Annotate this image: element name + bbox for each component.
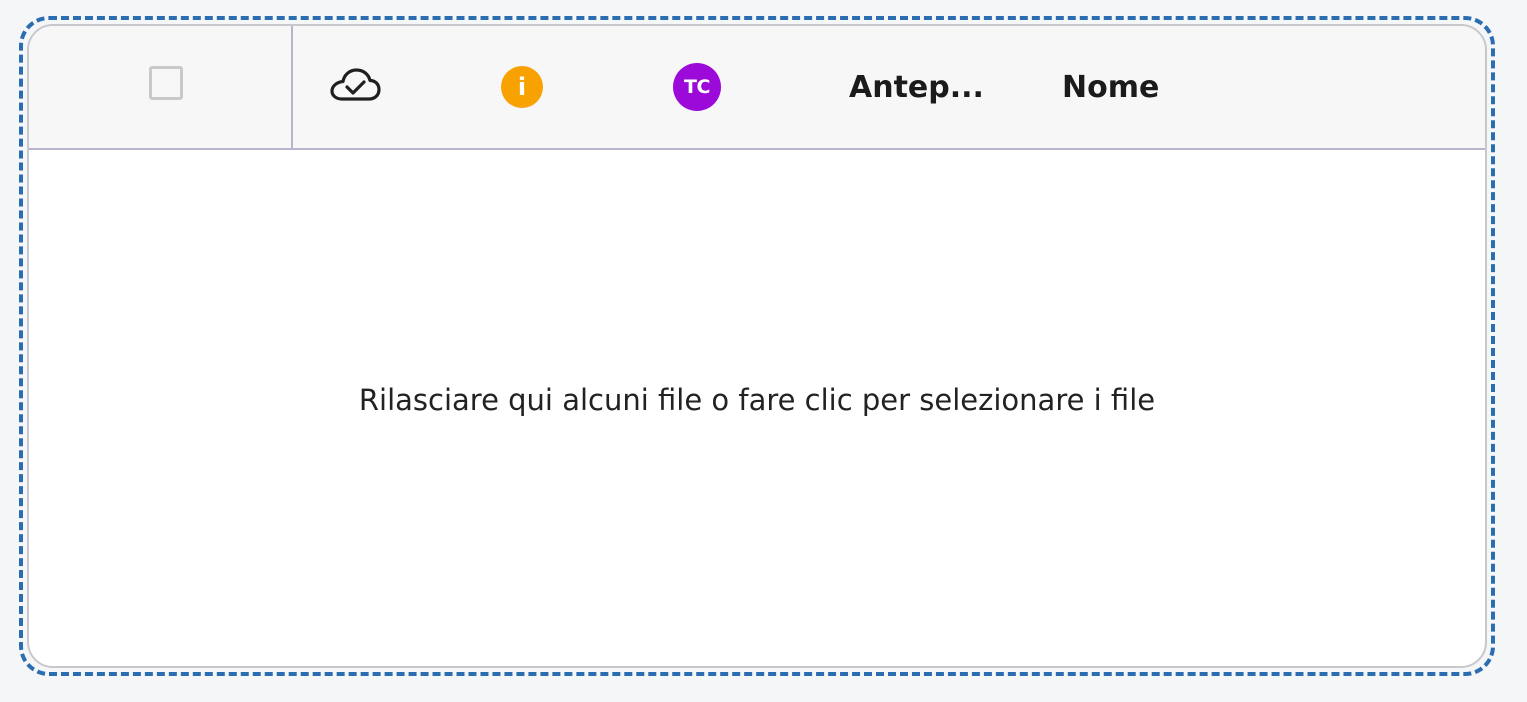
file-dropzone[interactable]: i TC Antep... Nome Rilasciare qui alcuni… bbox=[19, 16, 1495, 676]
avatar-initials: TC bbox=[684, 76, 710, 98]
avatar-icon: TC bbox=[673, 63, 721, 111]
file-list-table: i TC Antep... Nome Rilasciare qui alcuni… bbox=[27, 24, 1487, 668]
column-author[interactable]: TC bbox=[671, 26, 723, 148]
column-info[interactable]: i bbox=[497, 26, 547, 148]
cloud-check-icon bbox=[329, 67, 381, 107]
dropzone-message[interactable]: Rilasciare qui alcuni file o fare clic p… bbox=[29, 150, 1485, 666]
select-all-cell bbox=[29, 26, 293, 148]
select-all-checkbox[interactable] bbox=[149, 66, 183, 100]
column-header-name[interactable]: Nome bbox=[1062, 26, 1182, 148]
table-header: i TC Antep... Nome bbox=[29, 26, 1485, 150]
column-header-preview[interactable]: Antep... bbox=[849, 26, 984, 148]
column-sync-status[interactable] bbox=[327, 26, 383, 148]
info-glyph: i bbox=[517, 73, 527, 101]
info-icon: i bbox=[501, 66, 543, 108]
